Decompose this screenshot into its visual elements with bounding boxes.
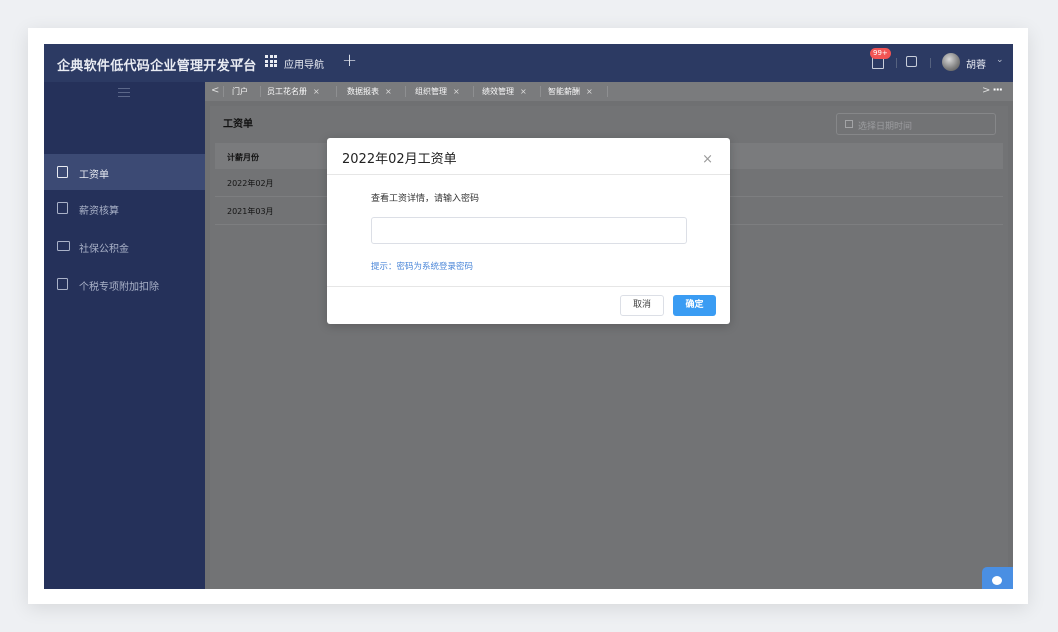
- sidebar-item-label: 社保公积金: [79, 244, 129, 255]
- close-icon[interactable]: ×: [313, 87, 320, 96]
- calendar-icon: [845, 120, 853, 128]
- sidebar-item-label: 工资单: [79, 170, 109, 181]
- avatar[interactable]: [942, 53, 960, 71]
- password-input[interactable]: [371, 217, 687, 244]
- column-header-pay-month: 计薪月份: [227, 153, 259, 162]
- cancel-button[interactable]: 取消: [620, 295, 664, 316]
- page-title: 工资单: [223, 119, 253, 130]
- divider: [405, 86, 406, 97]
- divider: [473, 86, 474, 97]
- app-brand[interactable]: 企典软件低代码企业管理开发平台: [57, 55, 257, 74]
- card-icon: [57, 241, 70, 251]
- close-icon[interactable]: ×: [385, 87, 392, 96]
- close-icon[interactable]: ×: [453, 87, 460, 96]
- divider: [896, 58, 897, 68]
- sidebar-item-salary-calculation[interactable]: 薪资核算: [44, 190, 205, 226]
- confirm-button[interactable]: 确定: [673, 295, 716, 316]
- date-time-picker[interactable]: 选择日期时间: [836, 113, 996, 135]
- brand-dropdown-icon[interactable]: ▾: [239, 56, 244, 66]
- divider: [540, 86, 541, 97]
- dialog-description: 查看工资详情，请输入密码: [371, 194, 480, 204]
- tab-label: 门户: [232, 87, 248, 96]
- more-icon[interactable]: ···: [992, 83, 1003, 96]
- tab-employee-roster[interactable]: 员工花名册 ×: [267, 86, 320, 97]
- sidebar-item-payslip[interactable]: 工资单: [44, 154, 205, 190]
- tab-label: 数据报表: [347, 87, 379, 96]
- dialog-title: 2022年02月工资单: [342, 152, 457, 167]
- edit-icon[interactable]: [906, 56, 917, 67]
- tab-performance[interactable]: 绩效管理 ×: [482, 86, 527, 97]
- tax-icon: [57, 278, 68, 290]
- pay-month-cell: 2021年03月: [227, 207, 274, 216]
- top-bar: 企典软件低代码企业管理开发平台 ▾ 应用导航 + 99+ 胡蓉 ⌄: [44, 44, 1013, 82]
- close-icon[interactable]: ×: [520, 87, 527, 96]
- divider: [327, 286, 730, 287]
- date-placeholder: 选择日期时间: [858, 122, 913, 132]
- tab-label: 绩效管理: [482, 87, 514, 96]
- tab-strip: < 门户 员工花名册 × 数据报表 × 组织管理 × 绩效管理 × 智能薪酬 × > ··…: [205, 82, 1013, 101]
- sidebar: 工资单 薪资核算 社保公积金 个税专项附加扣除: [44, 82, 205, 589]
- password-hint: 提示：密码为系统登录密码: [371, 262, 474, 272]
- tab-org-management[interactable]: 组织管理 ×: [415, 86, 460, 97]
- divider: [223, 86, 224, 97]
- close-icon[interactable]: ×: [586, 87, 593, 96]
- app-navigation-link[interactable]: 应用导航: [284, 56, 324, 71]
- chat-icon[interactable]: [982, 567, 1013, 589]
- password-dialog: 2022年02月工资单 × 查看工资详情，请输入密码 提示：密码为系统登录密码 …: [327, 138, 730, 324]
- tab-label: 组织管理: [415, 87, 447, 96]
- user-name[interactable]: 胡蓉: [966, 56, 986, 71]
- divider: [607, 86, 608, 97]
- tab-label: 智能薪酬: [548, 87, 580, 96]
- sidebar-item-label: 薪资核算: [79, 206, 119, 217]
- tab-label: 员工花名册: [267, 87, 307, 96]
- add-icon[interactable]: +: [342, 50, 357, 71]
- chevron-down-icon[interactable]: ⌄: [996, 55, 1004, 65]
- document-icon: [57, 166, 68, 178]
- tab-next-icon[interactable]: >: [982, 85, 990, 96]
- tab-smart-payroll[interactable]: 智能薪酬 ×: [548, 86, 593, 97]
- sidebar-item-social-insurance[interactable]: 社保公积金: [44, 228, 205, 264]
- tab-portal[interactable]: 门户: [232, 86, 248, 97]
- sidebar-item-label: 个税专项附加扣除: [79, 282, 159, 293]
- app-window: 企典软件低代码企业管理开发平台 ▾ 应用导航 + 99+ 胡蓉 ⌄ 工资单 薪资…: [44, 44, 1013, 589]
- sidebar-item-tax-deduction[interactable]: 个税专项附加扣除: [44, 266, 205, 302]
- calculator-icon: [57, 202, 68, 214]
- tab-prev-icon[interactable]: <: [211, 85, 219, 96]
- divider: [327, 174, 730, 175]
- divider: [930, 58, 931, 68]
- divider: [336, 86, 337, 97]
- close-icon[interactable]: ×: [702, 152, 713, 167]
- grid-icon[interactable]: [265, 55, 277, 67]
- divider: [260, 86, 261, 97]
- notification-badge: 99+: [870, 48, 891, 59]
- pay-month-cell: 2022年02月: [227, 179, 274, 188]
- tab-data-reports[interactable]: 数据报表 ×: [347, 86, 392, 97]
- menu-collapse-icon[interactable]: [118, 88, 130, 97]
